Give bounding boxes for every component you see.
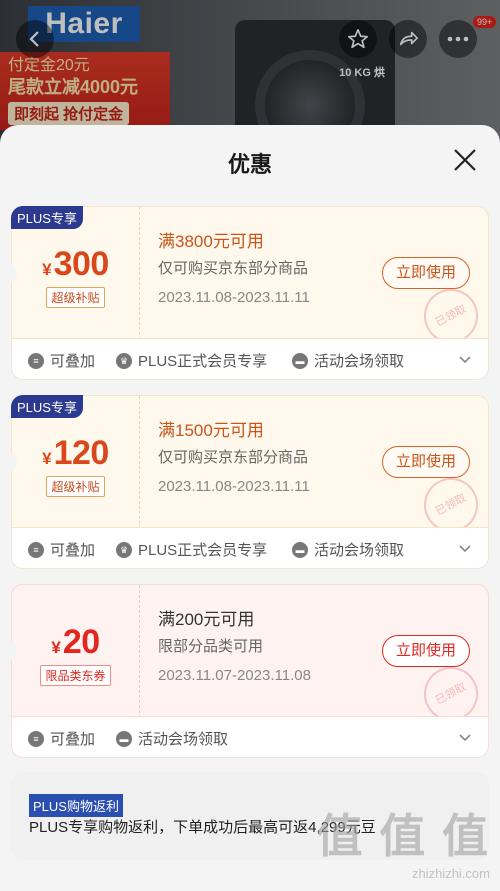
coupon-info: 满3800元可用 仅可购买京东部分商品 2023.11.08-2023.11.1… bbox=[158, 229, 310, 313]
coupon-main: ¥300 超级补贴 满3800元可用 仅可购买京东部分商品 2023.11.08… bbox=[11, 206, 489, 339]
coupon-tag-text: 超级补贴 bbox=[46, 476, 105, 497]
stackable-label: 可叠加 bbox=[50, 542, 96, 559]
stack-icon: ≡ bbox=[28, 541, 44, 558]
coupon-tag-text: 限品类东券 bbox=[40, 665, 111, 686]
sheet-header: 优惠 bbox=[0, 125, 500, 195]
coupon-tag: 超级补贴 bbox=[12, 287, 139, 308]
coupon-tag-text: 超级补贴 bbox=[46, 287, 105, 308]
coupon-tag: 超级补贴 bbox=[12, 476, 139, 497]
coupon-scope: 仅可购买京东部分商品 bbox=[158, 449, 309, 466]
coupon-footer[interactable]: ≡ 可叠加 ♛ PLUS正式会员专享 ▬ 活动会场领取 bbox=[11, 528, 489, 569]
currency-symbol: ¥ bbox=[42, 449, 52, 468]
use-now-button[interactable]: 立即使用 bbox=[382, 635, 470, 667]
chevron-down-icon[interactable] bbox=[458, 730, 472, 744]
coupon-validity: 2023.11.07-2023.11.08 bbox=[158, 667, 311, 684]
ticket-icon: ▬ bbox=[116, 730, 132, 747]
coupon-footer[interactable]: ≡ 可叠加 ▬ 活动会场领取 bbox=[11, 717, 489, 758]
coupon-amount: ¥120 bbox=[12, 434, 139, 473]
plus-exclusive-badge: PLUS专享 bbox=[11, 206, 83, 229]
coupon-condition: 满1500元可用 bbox=[158, 421, 264, 440]
plus-member-label: PLUS正式会员专享 bbox=[138, 353, 268, 370]
plus-member-tag: ♛ PLUS正式会员专享 bbox=[116, 539, 267, 560]
watermark: 值 值 值 zhizhizhi.com bbox=[316, 800, 490, 881]
venue-claim-tag: ▬ 活动会场领取 bbox=[292, 539, 404, 560]
coupon-card: ¥120 超级补贴 满1500元可用 仅可购买京东部分商品 2023.11.08… bbox=[5, 395, 489, 569]
crown-icon: ♛ bbox=[116, 352, 132, 369]
stack-icon: ≡ bbox=[28, 352, 44, 369]
coupon-main: ¥120 超级补贴 满1500元可用 仅可购买京东部分商品 2023.11.08… bbox=[11, 395, 489, 528]
coupon-scope: 仅可购买京东部分商品 bbox=[158, 260, 309, 277]
coupon-amount: ¥300 bbox=[12, 245, 139, 284]
crown-icon: ♛ bbox=[116, 541, 132, 558]
ticket-icon: ▬ bbox=[292, 352, 308, 369]
stackable-label: 可叠加 bbox=[50, 353, 96, 370]
coupon-validity: 2023.11.08-2023.11.11 bbox=[158, 478, 310, 495]
chevron-down-icon[interactable] bbox=[458, 541, 472, 555]
coupon-condition: 满3800元可用 bbox=[158, 232, 264, 251]
coupon-info: 满200元可用 限部分品类可用 2023.11.07-2023.11.08 bbox=[158, 607, 311, 691]
currency-symbol: ¥ bbox=[42, 260, 52, 279]
watermark-logo: 值 值 值 bbox=[316, 810, 490, 862]
venue-claim-label: 活动会场领取 bbox=[138, 731, 229, 748]
coupon-info: 满1500元可用 仅可购买京东部分商品 2023.11.08-2023.11.1… bbox=[158, 418, 310, 502]
coupon-footer[interactable]: ≡ 可叠加 ♛ PLUS正式会员专享 ▬ 活动会场领取 bbox=[11, 339, 489, 380]
plus-exclusive-badge: PLUS专享 bbox=[11, 395, 83, 418]
venue-claim-tag: ▬ 活动会场领取 bbox=[116, 728, 228, 749]
plus-member-tag: ♛ PLUS正式会员专享 bbox=[116, 350, 267, 371]
coupon-amount: ¥20 bbox=[12, 623, 139, 662]
venue-claim-label: 活动会场领取 bbox=[314, 542, 405, 559]
rebate-tag: PLUS购物返利 bbox=[29, 794, 123, 817]
use-now-button[interactable]: 立即使用 bbox=[382, 446, 470, 478]
amount-value: 20 bbox=[62, 623, 100, 661]
watermark-url: zhizhizhi.com bbox=[411, 866, 490, 881]
coupon-scope: 限部分品类可用 bbox=[158, 638, 264, 655]
coupon-card: ¥300 超级补贴 满3800元可用 仅可购买京东部分商品 2023.11.08… bbox=[5, 206, 489, 380]
coupon-amount-area: ¥20 限品类东券 bbox=[12, 585, 140, 716]
stack-icon: ≡ bbox=[28, 730, 44, 747]
stackable-tag: ≡ 可叠加 bbox=[28, 728, 95, 749]
discount-sheet: 优惠 ¥300 超级补贴 满3800元可用 仅可购买京东部分商品 2023.11… bbox=[0, 125, 500, 891]
stackable-tag: ≡ 可叠加 bbox=[28, 539, 95, 560]
stackable-label: 可叠加 bbox=[50, 731, 96, 748]
coupon-condition: 满200元可用 bbox=[158, 610, 255, 629]
coupon-main: ¥20 限品类东券 满200元可用 限部分品类可用 2023.11.07-202… bbox=[11, 584, 489, 717]
close-icon[interactable] bbox=[452, 147, 478, 173]
currency-symbol: ¥ bbox=[51, 638, 61, 657]
coupon-validity: 2023.11.08-2023.11.11 bbox=[158, 289, 310, 306]
use-now-button[interactable]: 立即使用 bbox=[382, 257, 470, 289]
coupon-card: ¥20 限品类东券 满200元可用 限部分品类可用 2023.11.07-202… bbox=[5, 584, 489, 758]
ticket-icon: ▬ bbox=[292, 541, 308, 558]
venue-claim-tag: ▬ 活动会场领取 bbox=[292, 350, 404, 371]
venue-claim-label: 活动会场领取 bbox=[314, 353, 405, 370]
chevron-down-icon[interactable] bbox=[458, 352, 472, 366]
coupon-tag: 限品类东券 bbox=[12, 665, 139, 686]
plus-member-label: PLUS正式会员专享 bbox=[138, 542, 268, 559]
amount-value: 120 bbox=[53, 434, 110, 472]
amount-value: 300 bbox=[53, 245, 110, 283]
stackable-tag: ≡ 可叠加 bbox=[28, 350, 95, 371]
sheet-title: 优惠 bbox=[227, 152, 272, 177]
